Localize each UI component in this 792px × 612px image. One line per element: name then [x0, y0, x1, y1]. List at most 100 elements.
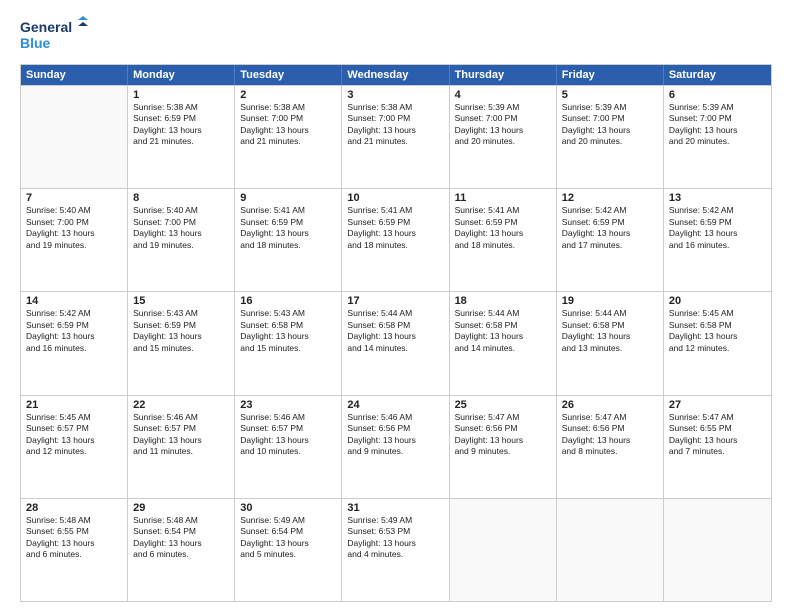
day-number: 21: [26, 399, 123, 411]
cal-cell: 17Sunrise: 5:44 AMSunset: 6:58 PMDayligh…: [342, 292, 449, 394]
cell-info: Sunrise: 5:44 AMSunset: 6:58 PMDaylight:…: [455, 308, 552, 354]
day-number: 25: [455, 399, 552, 411]
cell-info: Sunrise: 5:42 AMSunset: 6:59 PMDaylight:…: [562, 205, 659, 251]
cal-cell: 8Sunrise: 5:40 AMSunset: 7:00 PMDaylight…: [128, 189, 235, 291]
cal-cell: 24Sunrise: 5:46 AMSunset: 6:56 PMDayligh…: [342, 396, 449, 498]
cell-info: Sunrise: 5:47 AMSunset: 6:55 PMDaylight:…: [669, 412, 767, 458]
cell-info: Sunrise: 5:49 AMSunset: 6:53 PMDaylight:…: [347, 515, 444, 561]
cell-info: Sunrise: 5:46 AMSunset: 6:57 PMDaylight:…: [133, 412, 230, 458]
cell-info: Sunrise: 5:38 AMSunset: 7:00 PMDaylight:…: [347, 102, 444, 148]
cal-cell: 4Sunrise: 5:39 AMSunset: 7:00 PMDaylight…: [450, 86, 557, 188]
calendar-header: SundayMondayTuesdayWednesdayThursdayFrid…: [21, 65, 771, 85]
cell-info: Sunrise: 5:43 AMSunset: 6:59 PMDaylight:…: [133, 308, 230, 354]
page: General Blue SundayMondayTuesdayWednesda…: [0, 0, 792, 612]
cal-cell: 27Sunrise: 5:47 AMSunset: 6:55 PMDayligh…: [664, 396, 771, 498]
cal-cell: 1Sunrise: 5:38 AMSunset: 6:59 PMDaylight…: [128, 86, 235, 188]
cell-info: Sunrise: 5:39 AMSunset: 7:00 PMDaylight:…: [669, 102, 767, 148]
header-day-sunday: Sunday: [21, 65, 128, 85]
cal-cell: 9Sunrise: 5:41 AMSunset: 6:59 PMDaylight…: [235, 189, 342, 291]
header-day-thursday: Thursday: [450, 65, 557, 85]
cell-info: Sunrise: 5:39 AMSunset: 7:00 PMDaylight:…: [455, 102, 552, 148]
cell-info: Sunrise: 5:45 AMSunset: 6:58 PMDaylight:…: [669, 308, 767, 354]
day-number: 2: [240, 89, 337, 101]
cell-info: Sunrise: 5:47 AMSunset: 6:56 PMDaylight:…: [562, 412, 659, 458]
cell-info: Sunrise: 5:49 AMSunset: 6:54 PMDaylight:…: [240, 515, 337, 561]
week-row-5: 28Sunrise: 5:48 AMSunset: 6:55 PMDayligh…: [21, 498, 771, 601]
day-number: 7: [26, 192, 123, 204]
cell-info: Sunrise: 5:38 AMSunset: 6:59 PMDaylight:…: [133, 102, 230, 148]
day-number: 20: [669, 295, 767, 307]
day-number: 11: [455, 192, 552, 204]
cal-cell: 14Sunrise: 5:42 AMSunset: 6:59 PMDayligh…: [21, 292, 128, 394]
week-row-4: 21Sunrise: 5:45 AMSunset: 6:57 PMDayligh…: [21, 395, 771, 498]
cell-info: Sunrise: 5:44 AMSunset: 6:58 PMDaylight:…: [562, 308, 659, 354]
cal-cell: 30Sunrise: 5:49 AMSunset: 6:54 PMDayligh…: [235, 499, 342, 601]
cal-cell: 13Sunrise: 5:42 AMSunset: 6:59 PMDayligh…: [664, 189, 771, 291]
day-number: 5: [562, 89, 659, 101]
day-number: 26: [562, 399, 659, 411]
cell-info: Sunrise: 5:41 AMSunset: 6:59 PMDaylight:…: [240, 205, 337, 251]
cal-cell: 10Sunrise: 5:41 AMSunset: 6:59 PMDayligh…: [342, 189, 449, 291]
cell-info: Sunrise: 5:44 AMSunset: 6:58 PMDaylight:…: [347, 308, 444, 354]
cell-info: Sunrise: 5:48 AMSunset: 6:54 PMDaylight:…: [133, 515, 230, 561]
cell-info: Sunrise: 5:39 AMSunset: 7:00 PMDaylight:…: [562, 102, 659, 148]
day-number: 31: [347, 502, 444, 514]
svg-text:General: General: [20, 19, 72, 35]
day-number: 3: [347, 89, 444, 101]
cell-info: Sunrise: 5:42 AMSunset: 6:59 PMDaylight:…: [669, 205, 767, 251]
day-number: 28: [26, 502, 123, 514]
cal-cell: 28Sunrise: 5:48 AMSunset: 6:55 PMDayligh…: [21, 499, 128, 601]
calendar: SundayMondayTuesdayWednesdayThursdayFrid…: [20, 64, 772, 602]
cal-cell: 25Sunrise: 5:47 AMSunset: 6:56 PMDayligh…: [450, 396, 557, 498]
day-number: 17: [347, 295, 444, 307]
cal-cell: 16Sunrise: 5:43 AMSunset: 6:58 PMDayligh…: [235, 292, 342, 394]
cal-cell: 20Sunrise: 5:45 AMSunset: 6:58 PMDayligh…: [664, 292, 771, 394]
cell-info: Sunrise: 5:42 AMSunset: 6:59 PMDaylight:…: [26, 308, 123, 354]
calendar-body: 1Sunrise: 5:38 AMSunset: 6:59 PMDaylight…: [21, 85, 771, 601]
cal-cell: 19Sunrise: 5:44 AMSunset: 6:58 PMDayligh…: [557, 292, 664, 394]
day-number: 27: [669, 399, 767, 411]
cal-cell: 5Sunrise: 5:39 AMSunset: 7:00 PMDaylight…: [557, 86, 664, 188]
cal-cell: 29Sunrise: 5:48 AMSunset: 6:54 PMDayligh…: [128, 499, 235, 601]
day-number: 6: [669, 89, 767, 101]
cal-cell: 3Sunrise: 5:38 AMSunset: 7:00 PMDaylight…: [342, 86, 449, 188]
cal-cell: 15Sunrise: 5:43 AMSunset: 6:59 PMDayligh…: [128, 292, 235, 394]
cal-cell: [450, 499, 557, 601]
header-day-monday: Monday: [128, 65, 235, 85]
day-number: 12: [562, 192, 659, 204]
header-day-tuesday: Tuesday: [235, 65, 342, 85]
cal-cell: 11Sunrise: 5:41 AMSunset: 6:59 PMDayligh…: [450, 189, 557, 291]
day-number: 23: [240, 399, 337, 411]
week-row-2: 7 Sunrise: 5:40 AMSunset: 7:00 PMDaylight…: [21, 188, 771, 291]
cell-info: Sunrise: 5:47 AMSunset: 6:56 PMDaylight:…: [455, 412, 552, 458]
cal-cell: 2Sunrise: 5:38 AMSunset: 7:00 PMDaylight…: [235, 86, 342, 188]
cal-cell: [21, 86, 128, 188]
cal-cell: 31Sunrise: 5:49 AMSunset: 6:53 PMDayligh…: [342, 499, 449, 601]
day-number: 13: [669, 192, 767, 204]
day-number: 29: [133, 502, 230, 514]
cell-info: Sunrise: 5:46 AMSunset: 6:56 PMDaylight:…: [347, 412, 444, 458]
day-number: 16: [240, 295, 337, 307]
day-number: 14: [26, 295, 123, 307]
week-row-1: 1Sunrise: 5:38 AMSunset: 6:59 PMDaylight…: [21, 85, 771, 188]
header-day-friday: Friday: [557, 65, 664, 85]
cal-cell: 22Sunrise: 5:46 AMSunset: 6:57 PMDayligh…: [128, 396, 235, 498]
cell-info: Sunrise: 5:40 AMSunset: 7:00 PMDaylight:…: [133, 205, 230, 251]
day-number: 4: [455, 89, 552, 101]
day-number: 19: [562, 295, 659, 307]
cell-info: Sunrise: 5:38 AMSunset: 7:00 PMDaylight:…: [240, 102, 337, 148]
cal-cell: 6Sunrise: 5:39 AMSunset: 7:00 PMDaylight…: [664, 86, 771, 188]
cal-cell: [557, 499, 664, 601]
cal-cell: 23Sunrise: 5:46 AMSunset: 6:57 PMDayligh…: [235, 396, 342, 498]
cal-cell: 12Sunrise: 5:42 AMSunset: 6:59 PMDayligh…: [557, 189, 664, 291]
week-row-3: 14Sunrise: 5:42 AMSunset: 6:59 PMDayligh…: [21, 291, 771, 394]
day-number: 1: [133, 89, 230, 101]
day-number: 10: [347, 192, 444, 204]
day-number: 22: [133, 399, 230, 411]
cell-info: Sunrise: 5:45 AMSunset: 6:57 PMDaylight:…: [26, 412, 123, 458]
cal-cell: 26Sunrise: 5:47 AMSunset: 6:56 PMDayligh…: [557, 396, 664, 498]
header-day-saturday: Saturday: [664, 65, 771, 85]
svg-text:Blue: Blue: [20, 35, 51, 51]
cal-cell: [664, 499, 771, 601]
cell-info: Sunrise: 5:48 AMSunset: 6:55 PMDaylight:…: [26, 515, 123, 561]
